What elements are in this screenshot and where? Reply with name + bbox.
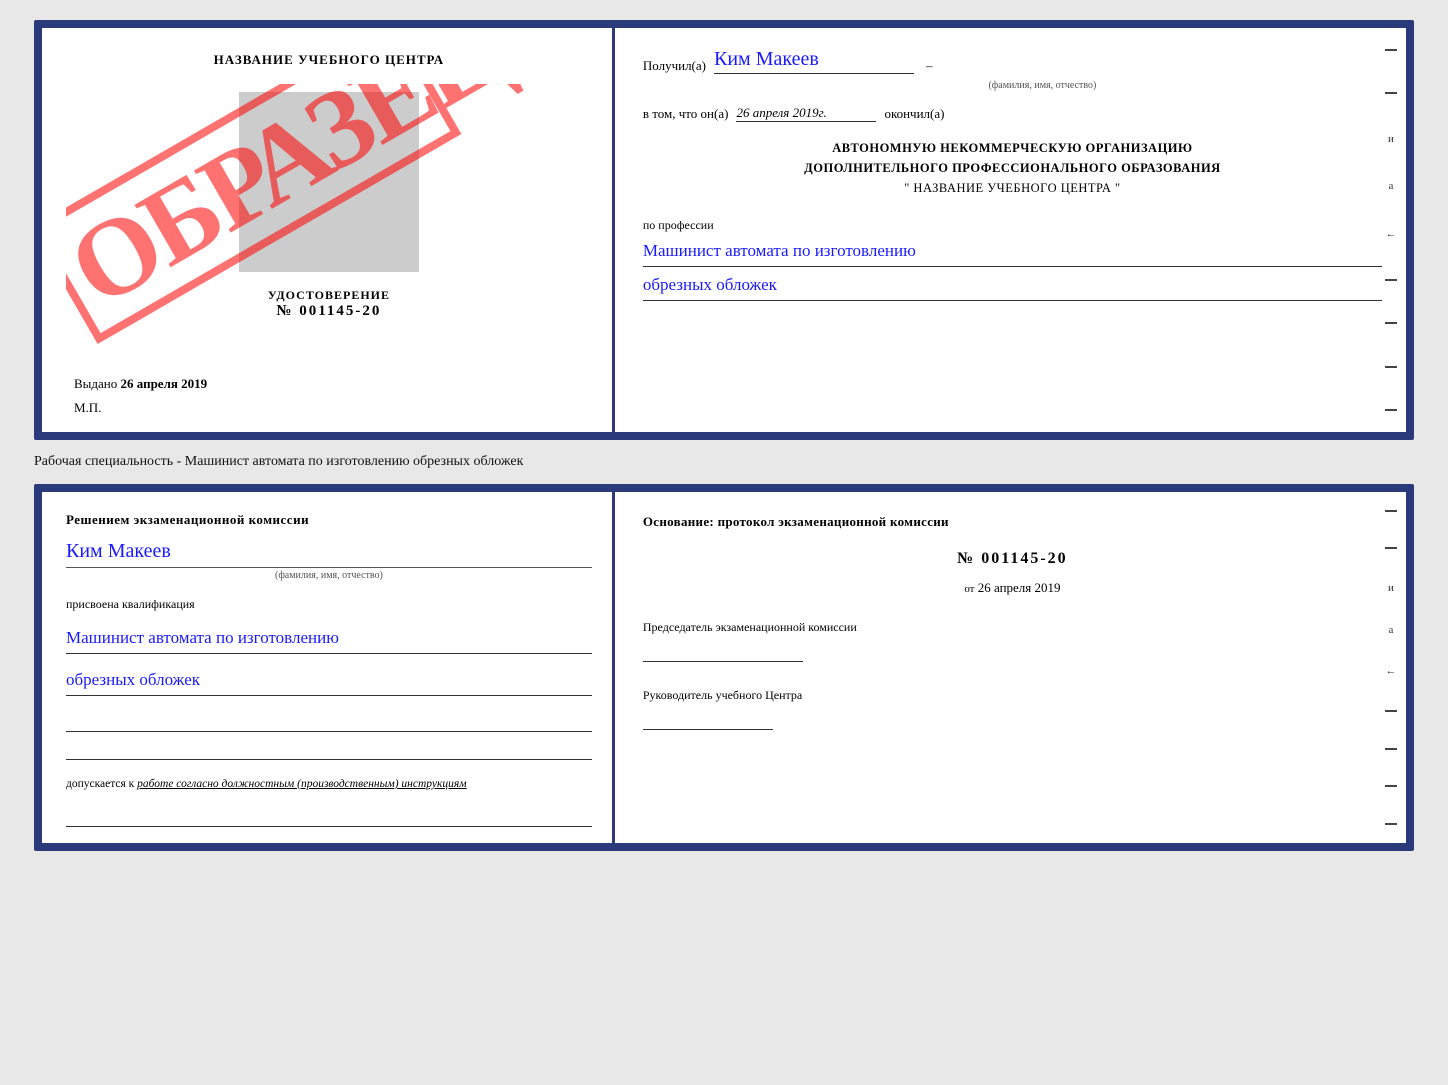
exam-admitted-italic: работе согласно должностным (производств… bbox=[137, 778, 466, 790]
exam-side-dash-1 bbox=[1385, 510, 1397, 512]
exam-qualification-label: присвоена квалификация bbox=[66, 597, 592, 612]
exam-date-value: 26 апреля 2019 bbox=[978, 580, 1061, 595]
exam-side-dash-6 bbox=[1385, 823, 1397, 825]
exam-sheet: Решением экзаменационной комиссии Ким Ма… bbox=[34, 484, 1414, 851]
exam-right-panel: Основание: протокол экзаменационной коми… bbox=[615, 492, 1406, 843]
cert-org-line1: АВТОНОМНУЮ НЕКОММЕРЧЕСКУЮ ОРГАНИЗАЦИЮ bbox=[643, 138, 1382, 158]
middle-text: Рабочая специальность - Машинист автомат… bbox=[34, 450, 1414, 474]
exam-date-ot: от bbox=[964, 583, 974, 595]
side-dash-1 bbox=[1385, 49, 1397, 51]
exam-side-dash-4 bbox=[1385, 748, 1397, 750]
side-dash-5 bbox=[1385, 366, 1397, 368]
exam-side-dash-5 bbox=[1385, 785, 1397, 787]
exam-left-panel: Решением экзаменационной комиссии Ким Ма… bbox=[42, 492, 615, 843]
cert-profession-line2: обрезных обложек bbox=[643, 271, 1382, 301]
cert-date-value: 26 апреля 2019г. bbox=[736, 105, 876, 122]
exam-director-block: Руководитель учебного Центра bbox=[643, 686, 1382, 730]
exam-director-line bbox=[643, 712, 773, 730]
cert-date-label: в том, что он(а) bbox=[643, 106, 729, 122]
cert-profession-block: по профессии Машинист автомата по изгото… bbox=[643, 218, 1382, 301]
side-char-arrow: ← bbox=[1385, 228, 1396, 240]
certificate-top: НАЗВАНИЕ УЧЕБНОГО ЦЕНТРА ОБРАЗЕЦ УДОСТОВ… bbox=[34, 20, 1414, 440]
cert-mp-label: М.П. bbox=[66, 400, 101, 416]
cert-issued-date: 26 апреля 2019 bbox=[121, 376, 208, 391]
cert-issued-row: Выдано 26 апреля 2019 bbox=[66, 376, 592, 392]
udostoverenie-label: УДОСТОВЕРЕНИЕ bbox=[268, 288, 390, 303]
cert-stamp-placeholder bbox=[239, 92, 419, 272]
exam-chairman-line bbox=[643, 644, 803, 662]
exam-blank-lines bbox=[66, 714, 592, 760]
side-dash-3 bbox=[1385, 279, 1397, 281]
cert-org-line2: ДОПОЛНИТЕЛЬНОГО ПРОФЕССИОНАЛЬНОГО ОБРАЗО… bbox=[643, 158, 1382, 178]
exam-name-sublabel: (фамилия, имя, отчество) bbox=[66, 567, 592, 581]
cert-recipient-label: Получил(а) bbox=[643, 58, 706, 74]
exam-protocol-prefix: № bbox=[957, 550, 975, 567]
exam-side-char-arrow: ← bbox=[1385, 665, 1396, 677]
exam-name-written: Ким Макеев bbox=[66, 540, 592, 563]
exam-side-dash-2 bbox=[1385, 547, 1397, 549]
exam-admitted-label: допускается к bbox=[66, 778, 134, 790]
exam-line-2 bbox=[66, 742, 592, 760]
side-char-a: а bbox=[1389, 180, 1394, 192]
cert-dash: – bbox=[926, 58, 933, 74]
cert-profession-line1: Машинист автомата по изготовлению bbox=[643, 237, 1382, 267]
exam-date-row: от 26 апреля 2019 bbox=[643, 580, 1382, 596]
cert-org-name: " НАЗВАНИЕ УЧЕБНОГО ЦЕНТРА " bbox=[643, 178, 1382, 198]
exam-osnov-label: Основание: протокол экзаменационной коми… bbox=[643, 512, 1382, 532]
cert-right-panel: Получил(а) Ким Макеев – (фамилия, имя, о… bbox=[615, 28, 1406, 432]
cert-date-row: в том, что он(а) 26 апреля 2019г. окончи… bbox=[643, 105, 1382, 122]
exam-qualification-line1: Машинист автомата по изготовлению bbox=[66, 624, 592, 654]
exam-admitted-line bbox=[66, 809, 592, 827]
exam-protocol-value: 001145-20 bbox=[981, 550, 1067, 567]
document-wrapper: НАЗВАНИЕ УЧЕБНОГО ЦЕНТРА ОБРАЗЕЦ УДОСТОВ… bbox=[34, 20, 1414, 851]
side-dash-4 bbox=[1385, 322, 1397, 324]
cert-school-title: НАЗВАНИЕ УЧЕБНОГО ЦЕНТРА bbox=[214, 52, 445, 68]
exam-commission-title: Решением экзаменационной комиссии bbox=[66, 512, 592, 528]
cert-left-panel: НАЗВАНИЕ УЧЕБНОГО ЦЕНТРА ОБРАЗЕЦ УДОСТОВ… bbox=[42, 28, 615, 432]
exam-protocol-number: № 001145-20 bbox=[643, 550, 1382, 568]
cert-side-lines: и а ← bbox=[1376, 28, 1406, 432]
cert-profession-label: по профессии bbox=[643, 218, 1382, 233]
exam-side-lines: и а ← bbox=[1376, 492, 1406, 843]
exam-admitted-block: допускается к работе согласно должностны… bbox=[66, 776, 592, 793]
exam-line-1 bbox=[66, 714, 592, 732]
side-char-i: и bbox=[1388, 133, 1394, 145]
cert-number-value: 001145-20 bbox=[299, 303, 381, 319]
exam-side-dash-3 bbox=[1385, 710, 1397, 712]
side-dash-2 bbox=[1385, 92, 1397, 94]
exam-side-char-a: а bbox=[1389, 624, 1394, 636]
cert-number: № 001145-20 bbox=[268, 303, 390, 320]
cert-recipient-sublabel: (фамилия, имя, отчество) bbox=[643, 80, 1382, 91]
exam-qualification-line2: обрезных обложек bbox=[66, 666, 592, 696]
cert-number-prefix: № bbox=[276, 303, 293, 319]
exam-chairman-block: Председатель экзаменационной комиссии bbox=[643, 618, 1382, 662]
cert-org-block: АВТОНОМНУЮ НЕКОММЕРЧЕСКУЮ ОРГАНИЗАЦИЮ ДО… bbox=[643, 138, 1382, 198]
side-dash-6 bbox=[1385, 409, 1397, 411]
udostoverenie-block: УДОСТОВЕРЕНИЕ № 001145-20 bbox=[268, 288, 390, 320]
exam-side-char-i: и bbox=[1388, 582, 1394, 594]
cert-recipient-row: Получил(а) Ким Макеев – bbox=[643, 48, 1382, 74]
cert-recipient-name: Ким Макеев bbox=[714, 48, 914, 74]
cert-finished-label: окончил(а) bbox=[884, 106, 944, 122]
exam-chairman-label: Председатель экзаменационной комиссии bbox=[643, 618, 1382, 636]
cert-issued-label: Выдано bbox=[74, 376, 117, 391]
exam-director-label: Руководитель учебного Центра bbox=[643, 686, 1382, 704]
